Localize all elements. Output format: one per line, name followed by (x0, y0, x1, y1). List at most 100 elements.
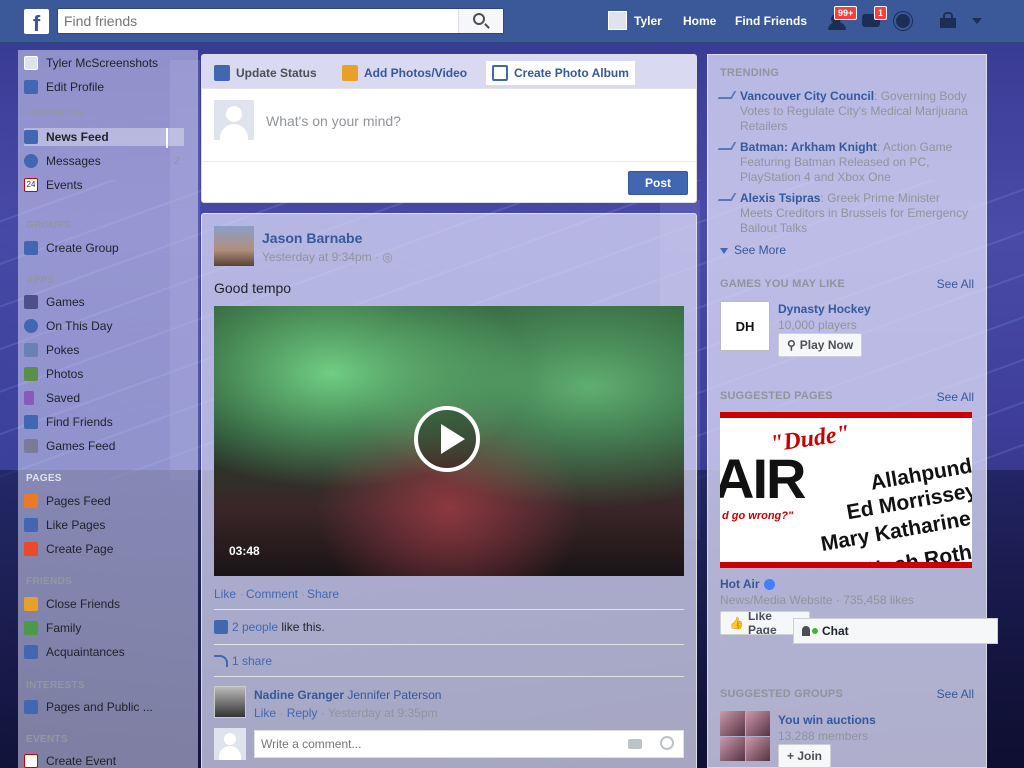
group-title[interactable]: You win auctions (778, 713, 876, 727)
sidebar-item-on-this-day[interactable]: On This Day (24, 317, 184, 335)
likes-summary: 2 people like this. (214, 620, 325, 634)
search-input[interactable] (58, 9, 458, 33)
section-head-apps: APPS (26, 275, 55, 286)
post-timestamp[interactable]: Yesterday at 9:34pm · ◎ (262, 250, 393, 264)
friend-requests-badge: 99+ (834, 6, 858, 20)
sidebar-item-create-group[interactable]: Create Group (24, 239, 184, 257)
trending-item[interactable]: Batman: Arkham Knight: Action Game Featu… (717, 140, 970, 185)
search-button[interactable] (458, 9, 503, 33)
find-friends-link[interactable]: Find Friends (735, 14, 807, 28)
chat-bar[interactable]: Chat (793, 618, 998, 644)
sidebar-item-family[interactable]: Family (24, 619, 184, 637)
person-icon (802, 626, 810, 636)
groups-heading: SUGGESTED GROUPS (720, 688, 843, 700)
photos-icon (24, 367, 38, 381)
gamepad-icon (24, 439, 38, 453)
see-more-link[interactable]: See More (720, 243, 786, 257)
games-see-all-link[interactable]: See All (937, 277, 974, 291)
friend-requests-jewel[interactable]: 99+ (828, 6, 858, 32)
shares-summary[interactable]: 1 share (214, 654, 272, 668)
share-link[interactable]: Share (307, 587, 339, 601)
privacy-shortcuts[interactable] (938, 10, 962, 32)
comment-input[interactable] (254, 730, 684, 758)
likes-link[interactable]: 2 people (232, 620, 278, 634)
verified-icon (763, 579, 775, 591)
sidebar-item-games-feed[interactable]: Games Feed (24, 437, 184, 455)
tab-create-album[interactable]: Create Photo Album (486, 61, 635, 85)
game-logo[interactable]: DH (720, 301, 770, 351)
suggested-page-banner[interactable]: AIR "Dude" d go wrong?" Allahpundit Ed M… (720, 412, 972, 568)
comment-reply-link[interactable]: Reply (287, 706, 318, 720)
trending-item[interactable]: Alexis Tsipras: Greek Prime Minister Mee… (717, 191, 970, 236)
sidebar-item-find-friends[interactable]: Find Friends (24, 413, 184, 431)
sidebar-item-pages-public[interactable]: Pages and Public ... (24, 698, 184, 716)
comment-like-link[interactable]: Like (254, 706, 276, 720)
pages-feed-icon (24, 494, 38, 508)
trending-arrow-icon (717, 91, 737, 99)
messages-jewel[interactable]: 1 (860, 6, 888, 32)
sidebar-item-profile[interactable]: Tyler McScreenshots (24, 54, 184, 72)
game-title[interactable]: Dynasty Hockey (778, 302, 871, 316)
home-link[interactable]: Home (683, 14, 716, 28)
globe-icon (894, 12, 912, 30)
tab-update-status[interactable]: Update Status (208, 61, 323, 85)
sidebar-item-like-pages[interactable]: Like Pages (24, 516, 184, 534)
sidebar-item-saved[interactable]: Saved (24, 389, 184, 407)
camera-icon[interactable] (628, 739, 642, 749)
games-heading: GAMES YOU MAY LIKE (720, 278, 846, 290)
photo-icon (342, 65, 358, 81)
sidebar-item-create-page[interactable]: Create Page (24, 540, 184, 558)
group-thumbnail[interactable] (720, 711, 770, 761)
tab-add-photos[interactable]: Add Photos/Video (336, 61, 473, 85)
group-members: 13,288 members (778, 729, 869, 743)
profile-link[interactable]: Tyler (634, 14, 662, 28)
sidebar-item-close-friends[interactable]: Close Friends (24, 595, 184, 613)
groups-see-all-link[interactable]: See All (937, 687, 974, 701)
comment-mention[interactable]: Jennifer Paterson (347, 688, 441, 702)
sidebar-item-edit-profile[interactable]: Edit Profile (24, 78, 184, 96)
search-box (57, 8, 504, 34)
account-menu-chevron-icon[interactable] (972, 18, 982, 24)
author-avatar[interactable] (214, 226, 254, 266)
emoji-icon[interactable] (660, 736, 674, 750)
comment-link[interactable]: Comment (246, 587, 298, 601)
page-name[interactable]: Hot Air (720, 577, 775, 591)
play-now-button[interactable]: ⚲ Play Now (778, 333, 863, 357)
post-author[interactable]: Jason Barnabe (262, 230, 362, 246)
status-input[interactable]: What's on your mind? (266, 113, 401, 129)
sidebar-item-photos[interactable]: Photos (24, 365, 184, 383)
join-group-button[interactable]: + Join (778, 744, 832, 768)
sidebar-item-pages-feed[interactable]: Pages Feed (24, 492, 184, 510)
selected-indicator (166, 128, 168, 148)
sidebar-item-news-feed[interactable]: News Feed (24, 128, 184, 146)
album-icon (492, 65, 508, 81)
video-duration: 03:48 (229, 544, 260, 558)
sidebar-item-events[interactable]: 24 Events (24, 176, 184, 194)
calendar-icon: 24 (24, 178, 38, 192)
poke-icon (24, 343, 38, 357)
like-link[interactable]: Like (214, 587, 236, 601)
news-feed-icon (24, 130, 38, 144)
left-sidebar: Tyler McScreenshots Edit Profile FAVORIT… (18, 50, 198, 768)
trending-item[interactable]: Vancouver City Council: Governing Body V… (717, 89, 970, 134)
user-avatar[interactable] (608, 11, 627, 30)
top-bar: f Tyler Home Find Friends 99+ 1 (0, 0, 1024, 43)
star-icon (24, 597, 38, 611)
facebook-logo[interactable]: f (24, 9, 49, 34)
sidebar-item-acquaintances[interactable]: Acquaintances (24, 643, 184, 661)
notifications-jewel[interactable] (892, 10, 916, 32)
sidebar-item-pokes[interactable]: Pokes (24, 341, 184, 359)
comment-author[interactable]: Nadine Granger (254, 688, 344, 702)
sidebar-item-games[interactable]: Games (24, 293, 184, 311)
divider (214, 676, 684, 677)
video-player[interactable]: 03:48 (214, 306, 684, 576)
right-sidebar: TRENDING Vancouver City Council: Governi… (707, 54, 987, 768)
commenter-avatar[interactable] (214, 686, 246, 718)
pages-see-all-link[interactable]: See All (937, 390, 974, 404)
comment-timestamp[interactable]: Yesterday at 9:35pm (328, 706, 438, 720)
sidebar-item-create-event[interactable]: Create Event (24, 752, 184, 768)
post-button[interactable]: Post (628, 171, 688, 195)
play-icon[interactable] (414, 406, 480, 472)
avatar (214, 100, 254, 140)
sidebar-item-messages[interactable]: Messages (24, 152, 184, 170)
